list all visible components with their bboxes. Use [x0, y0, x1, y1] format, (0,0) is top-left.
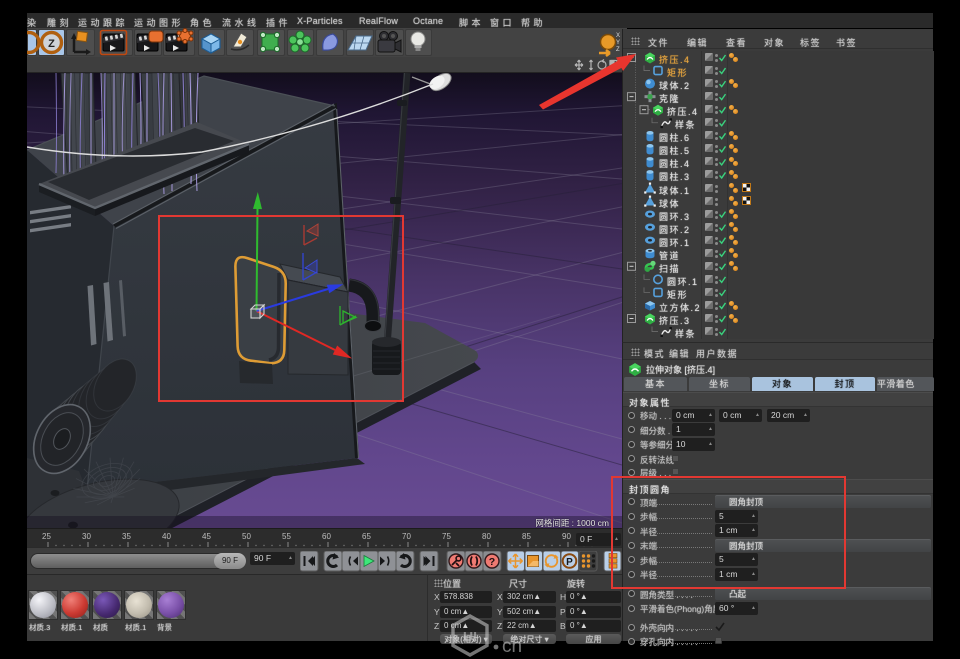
svg-text:cn: cn [502, 636, 522, 657]
svg-text:网格间距 : 1000 cm: 网格间距 : 1000 cm [535, 518, 609, 528]
svg-text:Z: Z [48, 38, 55, 50]
svg-text:X: X [616, 33, 620, 39]
svg-text:?: ? [489, 556, 495, 568]
svg-text:UI: UI [463, 629, 477, 645]
svg-text:P: P [566, 557, 573, 568]
